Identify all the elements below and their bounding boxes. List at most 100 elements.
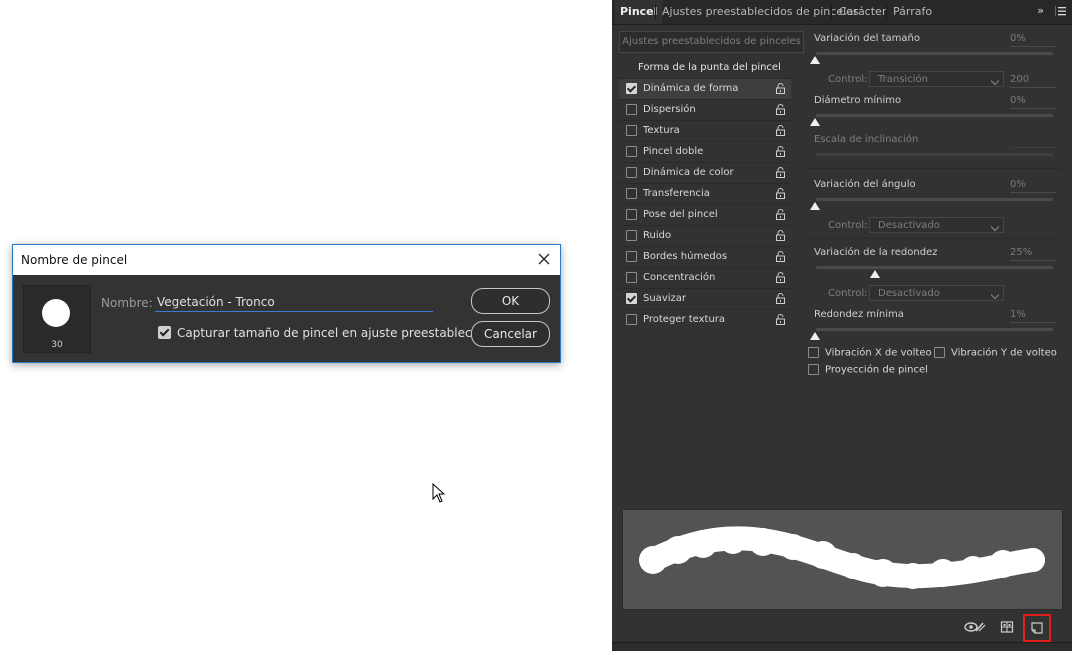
option-checkbox[interactable] [626,188,637,199]
option-checkbox[interactable] [626,314,637,325]
panel-menu-icon[interactable] [1055,6,1066,16]
option-color-dynamics[interactable]: Dinámica de color [619,162,791,183]
create-new-brush-icon[interactable] [1023,614,1051,642]
option-checkbox[interactable] [626,251,637,262]
option-build-up[interactable]: Concentración [619,267,791,288]
tilt-scale-label: Escala de inclinación [814,134,919,145]
flip-x-jitter-option[interactable]: Vibración X de volteo [808,347,932,359]
option-label: Dinámica de forma [643,83,739,94]
ok-button[interactable]: OK [471,288,550,314]
brush-tip-shape-item[interactable]: Forma de la punta del pincel [619,58,791,78]
lock-icon[interactable] [776,272,785,283]
option-checkbox[interactable] [626,146,637,157]
flip-y-jitter-option[interactable]: Vibración Y de volteo [934,347,1057,359]
size-control-select[interactable]: Transición [869,71,1004,87]
brush-stroke-preview [622,509,1063,610]
size-control-label: Control: [828,74,868,85]
chevron-down-icon [990,290,1000,300]
flip-y-checkbox[interactable] [934,347,945,358]
angle-control-label: Control: [828,220,868,231]
brush-projection-option[interactable]: Proyección de pincel [808,364,928,376]
roundness-jitter-handle[interactable] [870,270,880,278]
min-roundness-handle[interactable] [810,332,820,340]
capture-size-option[interactable]: Capturar tamaño de pincel en ajuste pree… [158,322,490,341]
size-control-value: Transición [878,74,928,85]
size-jitter-value[interactable]: 0% [1010,33,1056,47]
lock-icon[interactable] [776,209,785,220]
angle-jitter-label: Variación del ángulo [814,179,916,190]
option-noise[interactable]: Ruido [619,225,791,246]
roundness-jitter-label: Variación de la redondez [814,247,938,258]
size-jitter-handle[interactable] [810,56,820,64]
roundness-jitter-value[interactable]: 25% [1010,247,1056,261]
option-checkbox[interactable] [626,83,637,94]
angle-jitter-handle[interactable] [810,202,820,210]
lock-icon[interactable] [776,251,785,262]
brush-options-list: Forma de la punta del pincel Dinámica de… [619,58,791,330]
option-label: Dinámica de color [643,167,734,178]
option-label: Dispersión [643,104,696,115]
option-wet-edges[interactable]: Bordes húmedos [619,246,791,267]
min-roundness-value[interactable]: 1% [1010,309,1056,323]
lock-icon[interactable] [776,188,785,199]
option-label: Transferencia [643,188,710,199]
brush-thumbnail: 30 [23,285,91,353]
lock-icon[interactable] [776,314,785,325]
option-checkbox[interactable] [626,209,637,220]
lock-icon[interactable] [776,125,785,136]
option-checkbox[interactable] [626,125,637,136]
capture-size-checkbox[interactable] [158,326,171,339]
angle-control-select[interactable]: Desactivado [869,217,1004,233]
dialog-titlebar[interactable]: Nombre de pincel [13,245,560,275]
lock-icon[interactable] [776,167,785,178]
lock-icon[interactable] [776,104,785,115]
roundness-control-select[interactable]: Desactivado [869,285,1004,301]
min-diameter-value[interactable]: 0% [1010,95,1056,109]
option-texture[interactable]: Textura [619,120,791,141]
section-divider [808,238,1061,239]
chevron-down-icon [990,76,1000,86]
lock-icon[interactable] [776,146,785,157]
option-checkbox[interactable] [626,230,637,241]
roundness-jitter-slider[interactable] [816,266,1053,269]
option-shape-dynamics[interactable]: Dinámica de forma [619,78,791,99]
size-jitter-slider[interactable] [816,52,1053,55]
expand-panels-icon[interactable]: » [1037,4,1044,17]
option-dual-brush[interactable]: Pincel doble [619,141,791,162]
option-transfer[interactable]: Transferencia [619,183,791,204]
tab-brush-presets[interactable]: Ajustes preestablecidos de pinceles [657,0,864,24]
min-roundness-label: Redondez mínima [814,309,904,320]
cancel-button[interactable]: Cancelar [471,321,550,347]
brush-name-input[interactable] [155,293,433,312]
min-diameter-slider[interactable] [816,114,1053,117]
option-checkbox[interactable] [626,167,637,178]
min-diameter-handle[interactable] [810,118,820,126]
option-brush-pose[interactable]: Pose del pincel [619,204,791,225]
roundness-control-label: Control: [828,288,868,299]
option-checkbox[interactable] [626,293,637,304]
option-protect-texture[interactable]: Proteger textura [619,309,791,330]
toggle-live-tip-preview-icon[interactable] [964,620,986,634]
brush-projection-checkbox[interactable] [808,364,819,375]
close-icon[interactable] [536,251,552,267]
angle-jitter-slider[interactable] [816,198,1053,201]
grid-icon[interactable] [1000,620,1014,634]
option-smoothing[interactable]: Suavizar [619,288,791,309]
option-scattering[interactable]: Dispersión [619,99,791,120]
dialog-body: 30 Nombre: Capturar tamaño de pincel en … [13,275,560,362]
option-checkbox[interactable] [626,272,637,283]
fade-steps-value[interactable]: 200 [1010,74,1056,88]
brush-presets-button[interactable]: Ajustes preestablecidos de pinceles [619,31,804,53]
lock-icon[interactable] [776,230,785,241]
min-roundness-slider[interactable] [816,328,1053,331]
option-label: Pincel doble [643,146,704,157]
lock-icon[interactable] [776,83,785,94]
flip-x-checkbox[interactable] [808,347,819,358]
option-checkbox[interactable] [626,104,637,115]
lock-icon[interactable] [776,293,785,304]
tab-paragraph[interactable]: Párrafo [888,0,937,24]
option-label: Suavizar [643,293,686,304]
tilt-scale-slider [816,153,1053,156]
tab-character[interactable]: Carácter [834,0,891,24]
angle-jitter-value[interactable]: 0% [1010,179,1056,193]
